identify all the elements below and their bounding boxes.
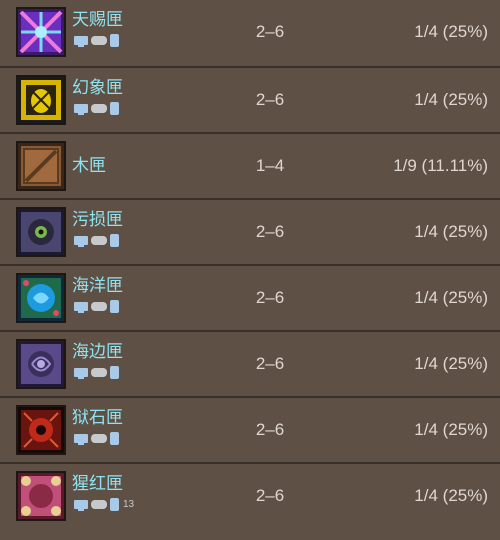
platform-icons	[74, 233, 119, 247]
platform-icons: 13	[74, 497, 134, 511]
ocean-crate-icon[interactable]	[16, 273, 66, 323]
platform-icons	[74, 299, 119, 313]
console-icon	[91, 433, 107, 443]
table-row: 海边匣 2–6 1/4 (25%)	[0, 330, 500, 396]
drop-chance: 1/4 (25%)	[414, 90, 488, 109]
pc-icon	[74, 235, 88, 247]
seaside-crate-icon[interactable]	[16, 339, 66, 389]
platform-icons	[74, 431, 119, 445]
item-name[interactable]: 污损匣	[72, 210, 123, 230]
platform-icons	[74, 33, 119, 47]
item-name[interactable]: 木匣	[72, 156, 106, 176]
console-icon	[91, 499, 107, 509]
item-name[interactable]: 猩红匣	[72, 474, 123, 494]
platform-icons	[74, 101, 119, 115]
mobile-icon	[110, 299, 119, 313]
drop-chance: 1/4 (25%)	[414, 22, 488, 41]
mobile-icon	[110, 101, 119, 115]
mirage-crate-icon[interactable]	[16, 75, 66, 125]
console-icon	[91, 103, 107, 113]
quantity: 2–6	[255, 486, 285, 505]
table-row: 污损匣 2–6 1/4 (25%)	[0, 198, 500, 264]
mobile-icon	[110, 33, 119, 47]
version-badge: 13	[123, 498, 135, 510]
quantity: 2–6	[255, 420, 285, 439]
item-name[interactable]: 海洋匣	[72, 276, 123, 296]
quantity: 2–6	[255, 288, 285, 307]
pc-icon	[74, 367, 88, 379]
item-name[interactable]: 海边匣	[72, 342, 123, 362]
table-row: 海洋匣 2–6 1/4 (25%)	[0, 264, 500, 330]
quantity: 2–6	[255, 354, 285, 373]
crimson-crate-icon[interactable]	[16, 471, 66, 521]
drop-chance: 1/4 (25%)	[414, 420, 488, 439]
quantity: 2–6	[255, 90, 285, 109]
platform-icons	[74, 365, 119, 379]
table-row: 天赐匣 2–6 1/4 (25%)	[0, 0, 500, 66]
mobile-icon	[110, 365, 119, 379]
mobile-icon	[110, 431, 119, 445]
table-row: 幻象匣 2–6 1/4 (25%)	[0, 66, 500, 132]
pc-icon	[74, 301, 88, 313]
table-row: 狱石匣 2–6 1/4 (25%)	[0, 396, 500, 462]
wooden-crate-icon[interactable]	[16, 141, 66, 191]
drop-chance: 1/4 (25%)	[414, 288, 488, 307]
item-name[interactable]: 天赐匣	[72, 10, 123, 30]
console-icon	[91, 235, 107, 245]
table-row: 木匣 1–4 1/9 (11.11%)	[0, 132, 500, 198]
crate-drop-table: 天赐匣 2–6 1/4 (25%) 幻象匣 2–6 1/4 (25%) 木匣 1…	[0, 0, 500, 540]
item-name[interactable]: 幻象匣	[72, 78, 123, 98]
console-icon	[91, 301, 107, 311]
console-icon	[91, 367, 107, 377]
defiled-crate-icon[interactable]	[16, 207, 66, 257]
item-name[interactable]: 狱石匣	[72, 408, 123, 428]
pc-icon	[74, 35, 88, 47]
heavenly-crate-icon[interactable]	[16, 7, 66, 57]
mobile-icon	[110, 233, 119, 247]
quantity: 2–6	[255, 22, 285, 41]
drop-chance: 1/4 (25%)	[414, 486, 488, 505]
drop-chance: 1/4 (25%)	[414, 354, 488, 373]
drop-chance: 1/4 (25%)	[414, 222, 488, 241]
console-icon	[91, 35, 107, 45]
quantity: 2–6	[255, 222, 285, 241]
table-row: 猩红匣 13 2–6 1/4 (25%)	[0, 462, 500, 528]
pc-icon	[74, 103, 88, 115]
quantity: 1–4	[255, 156, 285, 175]
mobile-icon	[110, 497, 119, 511]
drop-chance: 1/9 (11.11%)	[393, 156, 488, 175]
hellstone-crate-icon[interactable]	[16, 405, 66, 455]
pc-icon	[74, 499, 88, 511]
pc-icon	[74, 433, 88, 445]
